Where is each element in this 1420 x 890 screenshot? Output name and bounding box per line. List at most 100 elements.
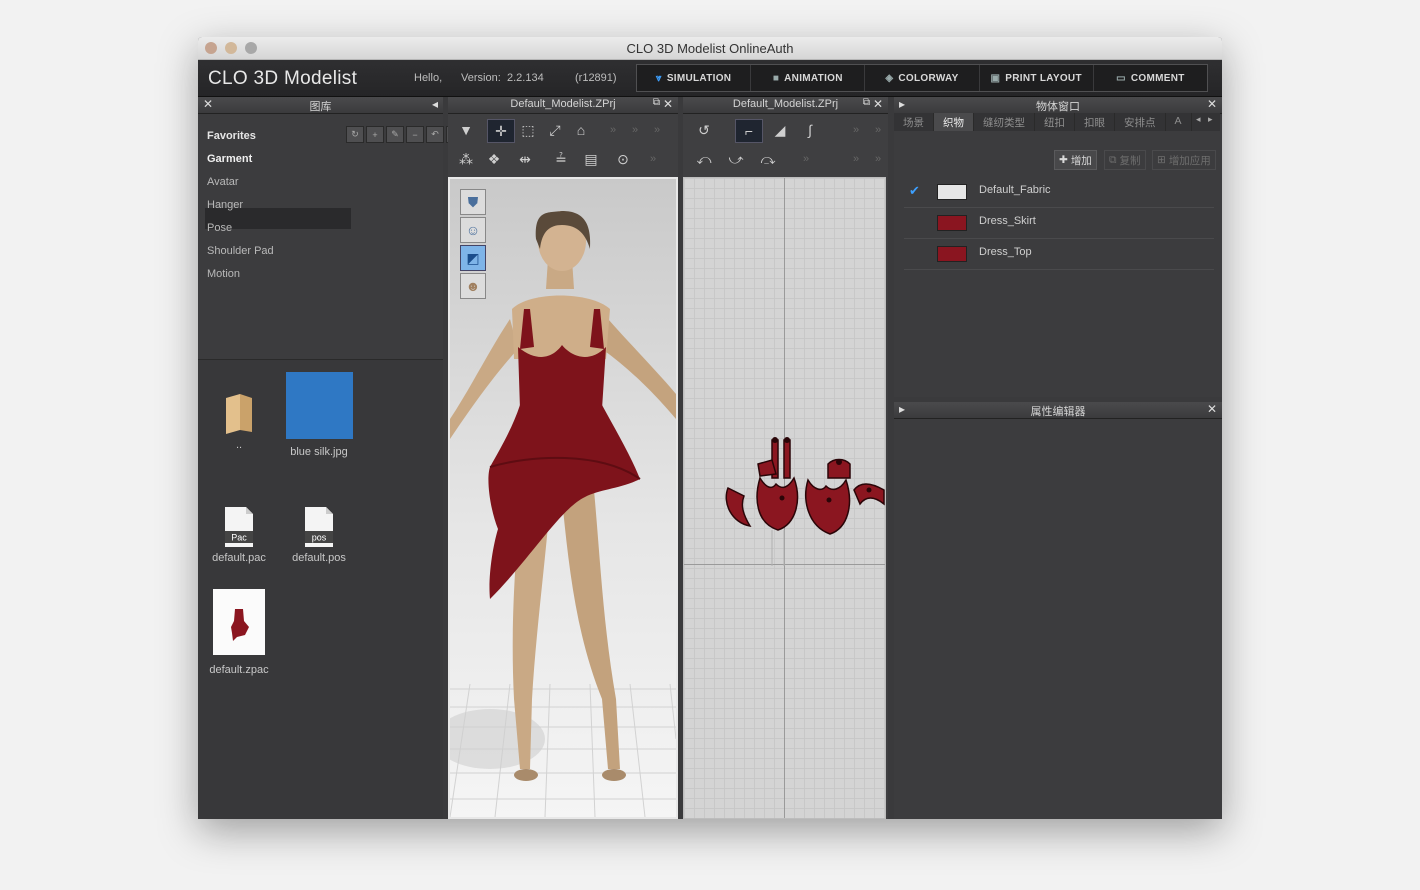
back-icon[interactable]: ↶ <box>426 126 444 143</box>
close-icon[interactable]: ✕ <box>1207 402 1217 416</box>
tab-buttonhole[interactable]: 扣眼 <box>1075 113 1115 131</box>
library-item-shoulder-pad[interactable]: Shoulder Pad <box>207 245 274 257</box>
mode-print-layout[interactable]: ▣ PRINT LAYOUT <box>980 65 1094 91</box>
fabric-row[interactable]: Dress_Top <box>904 239 1214 270</box>
dock-arrow-icon[interactable]: ◂ <box>432 97 438 111</box>
transform-icon[interactable]: ⤢ <box>542 119 568 141</box>
file-blue-silk[interactable]: blue silk.jpg <box>279 372 359 458</box>
greeting: Hello, <box>414 72 443 84</box>
fabric-name: Dress_Top <box>979 246 1032 258</box>
transform-pattern-icon[interactable]: ↺ <box>691 119 717 141</box>
polygon-icon[interactable]: ◢ <box>767 119 793 141</box>
ruler-icon[interactable]: ▤ <box>578 148 604 170</box>
tack-icon[interactable]: ⇹ <box>512 148 538 170</box>
tab-fabric[interactable]: 织物 <box>934 113 974 131</box>
object-browser-tabs: 场景 织物 缝纫类型 纽扣 扣眼 安排点 A <box>894 113 1220 131</box>
mode-simulation[interactable]: ⩔ SIMULATION <box>637 65 752 91</box>
edit-pattern-icon[interactable]: ⌐ <box>735 119 763 143</box>
pac-file-icon: Pac <box>225 507 253 547</box>
tab-scene[interactable]: 场景 <box>894 113 934 131</box>
library-item-avatar[interactable]: Avatar <box>207 176 239 188</box>
library-panel: ✕ 图库 ◂ Favorites Garment Avatar Hanger P… <box>198 97 464 819</box>
property-editor-panel: ▸ 属性编辑器 ✕ <box>894 402 1222 819</box>
fabric-swatch <box>937 184 967 200</box>
tab-scroll-left-icon[interactable]: ◂ <box>1196 114 1208 130</box>
close-icon[interactable]: ✕ <box>873 97 883 111</box>
mode-animation[interactable]: ■ ANIMATION <box>751 65 866 91</box>
plus-icon: ✚ <box>1059 154 1068 166</box>
select-box-icon[interactable]: ⬚ <box>515 119 541 141</box>
view-3d-title: Default_Modelist.ZPrj <box>510 98 616 110</box>
overflow-icon[interactable]: » <box>865 119 891 141</box>
button-tool-icon[interactable]: ⊙ <box>610 148 636 170</box>
fabric-row[interactable]: ✔ Default_Fabric <box>904 177 1214 208</box>
viewport-3d[interactable]: ⛊ ☺ ◩ ☻ <box>448 177 678 819</box>
library-toolbar: ↻ + ✎ − ↶ ≡ <box>346 126 464 143</box>
folder-icon <box>226 394 252 434</box>
pos-file-icon: pos <box>305 507 333 547</box>
edit-sewing-icon[interactable]: ⤼ <box>755 148 781 170</box>
tab-button[interactable]: 纽扣 <box>1035 113 1075 131</box>
close-icon[interactable]: ✕ <box>663 97 673 111</box>
overflow-icon[interactable]: » <box>640 148 666 170</box>
version-number: 2.2.134 <box>507 72 544 84</box>
viewport-2d[interactable] <box>683 177 886 819</box>
simulation-icon: ⩔ <box>655 72 662 84</box>
library-item-hanger[interactable]: Hanger <box>207 199 243 211</box>
object-browser-panel: ▸ 物体窗口 ✕ 场景 织物 缝纫类型 纽扣 扣眼 安排点 A ◂ ▸ ✚ 增加 … <box>894 97 1222 397</box>
tab-more[interactable]: A <box>1166 113 1192 131</box>
mode-switcher: ⩔ SIMULATION ■ ANIMATION ◈ COLORWAY ▣ PRINT … <box>636 64 1208 92</box>
svg-text:Pac: Pac <box>231 533 247 543</box>
library-item-favorites[interactable]: Favorites <box>207 130 256 142</box>
edit-icon[interactable]: ✎ <box>386 126 404 143</box>
overflow-icon[interactable]: » <box>644 119 670 141</box>
apply-fabric-button[interactable]: ⊞ 增加应用 <box>1152 150 1216 170</box>
pin-icon[interactable]: ❖ <box>481 148 507 170</box>
mode-colorway[interactable]: ◈ COLORWAY <box>865 65 980 91</box>
fabric-row[interactable]: Dress_Skirt <box>904 208 1214 239</box>
camera-icon: ■ <box>772 72 780 84</box>
printer-icon: ▣ <box>990 72 1001 84</box>
measure-icon[interactable]: ≟ <box>548 148 574 170</box>
overflow-icon[interactable]: » <box>793 148 819 170</box>
tab-scroll-right-icon[interactable]: ▸ <box>1208 114 1220 130</box>
undock-icon[interactable]: ⧉ <box>863 97 870 108</box>
undock-icon[interactable]: ⧉ <box>653 97 660 108</box>
app-window: CLO 3D Modelist OnlineAuth CLO 3D Modeli… <box>198 37 1222 819</box>
fabric-name: Dress_Skirt <box>979 215 1036 227</box>
copy-fabric-button[interactable]: ⧉ 复制 <box>1104 150 1146 170</box>
library-file-area: .. blue silk.jpg Pac default.pac pos def… <box>198 359 443 819</box>
file-default-pos[interactable]: pos default.pos <box>279 505 359 564</box>
remove-icon[interactable]: − <box>406 126 424 143</box>
library-item-motion[interactable]: Motion <box>207 268 240 280</box>
overflow-icon[interactable]: » <box>865 148 891 170</box>
colorway-icon: ◈ <box>885 72 894 84</box>
avatar-view-icon[interactable]: ☺ <box>460 217 486 243</box>
tab-arrangement-point[interactable]: 安排点 <box>1115 113 1166 131</box>
file-default-zpac[interactable]: default.zpac <box>199 589 279 676</box>
segment-sewing-icon[interactable]: ⤺ <box>691 148 717 170</box>
library-item-pose[interactable]: Pose <box>207 222 232 234</box>
library-item-garment[interactable]: Garment <box>207 153 252 165</box>
close-icon[interactable]: ✕ <box>1207 97 1217 111</box>
refresh-icon[interactable]: ↻ <box>346 126 364 143</box>
view-3d-header: Default_Modelist.ZPrj ⧉ ✕ <box>448 97 678 114</box>
title-bar: CLO 3D Modelist OnlineAuth <box>198 37 1222 60</box>
fold-icon[interactable]: ⌂ <box>568 119 594 141</box>
garment-view-icon[interactable]: ⛊ <box>460 189 486 215</box>
simulation-toggle-icon[interactable]: ▼ <box>453 119 479 141</box>
fabric-view-icon[interactable]: ◩ <box>460 245 486 271</box>
file-default-pac[interactable]: Pac default.pac <box>199 505 279 564</box>
toolbar-2d: ↺ ⌐ ◢ ∫ » » ⤺ ⤻ ⤼ » » » <box>683 114 888 176</box>
curve-point-icon[interactable]: ∫ <box>797 119 823 141</box>
add-fabric-button[interactable]: ✚ 增加 <box>1054 150 1097 170</box>
arrangement-point-icon[interactable]: ⁂ <box>453 148 479 170</box>
add-icon[interactable]: + <box>366 126 384 143</box>
fabric-swatch <box>937 215 967 231</box>
free-sewing-icon[interactable]: ⤻ <box>723 148 749 170</box>
tab-seam-type[interactable]: 缝纫类型 <box>974 113 1035 131</box>
skin-view-icon[interactable]: ☻ <box>460 273 486 299</box>
select-move-icon[interactable]: ✛ <box>487 119 515 143</box>
mode-comment[interactable]: ▭ COMMENT <box>1094 65 1207 91</box>
file-parent-folder[interactable]: .. <box>199 392 279 451</box>
